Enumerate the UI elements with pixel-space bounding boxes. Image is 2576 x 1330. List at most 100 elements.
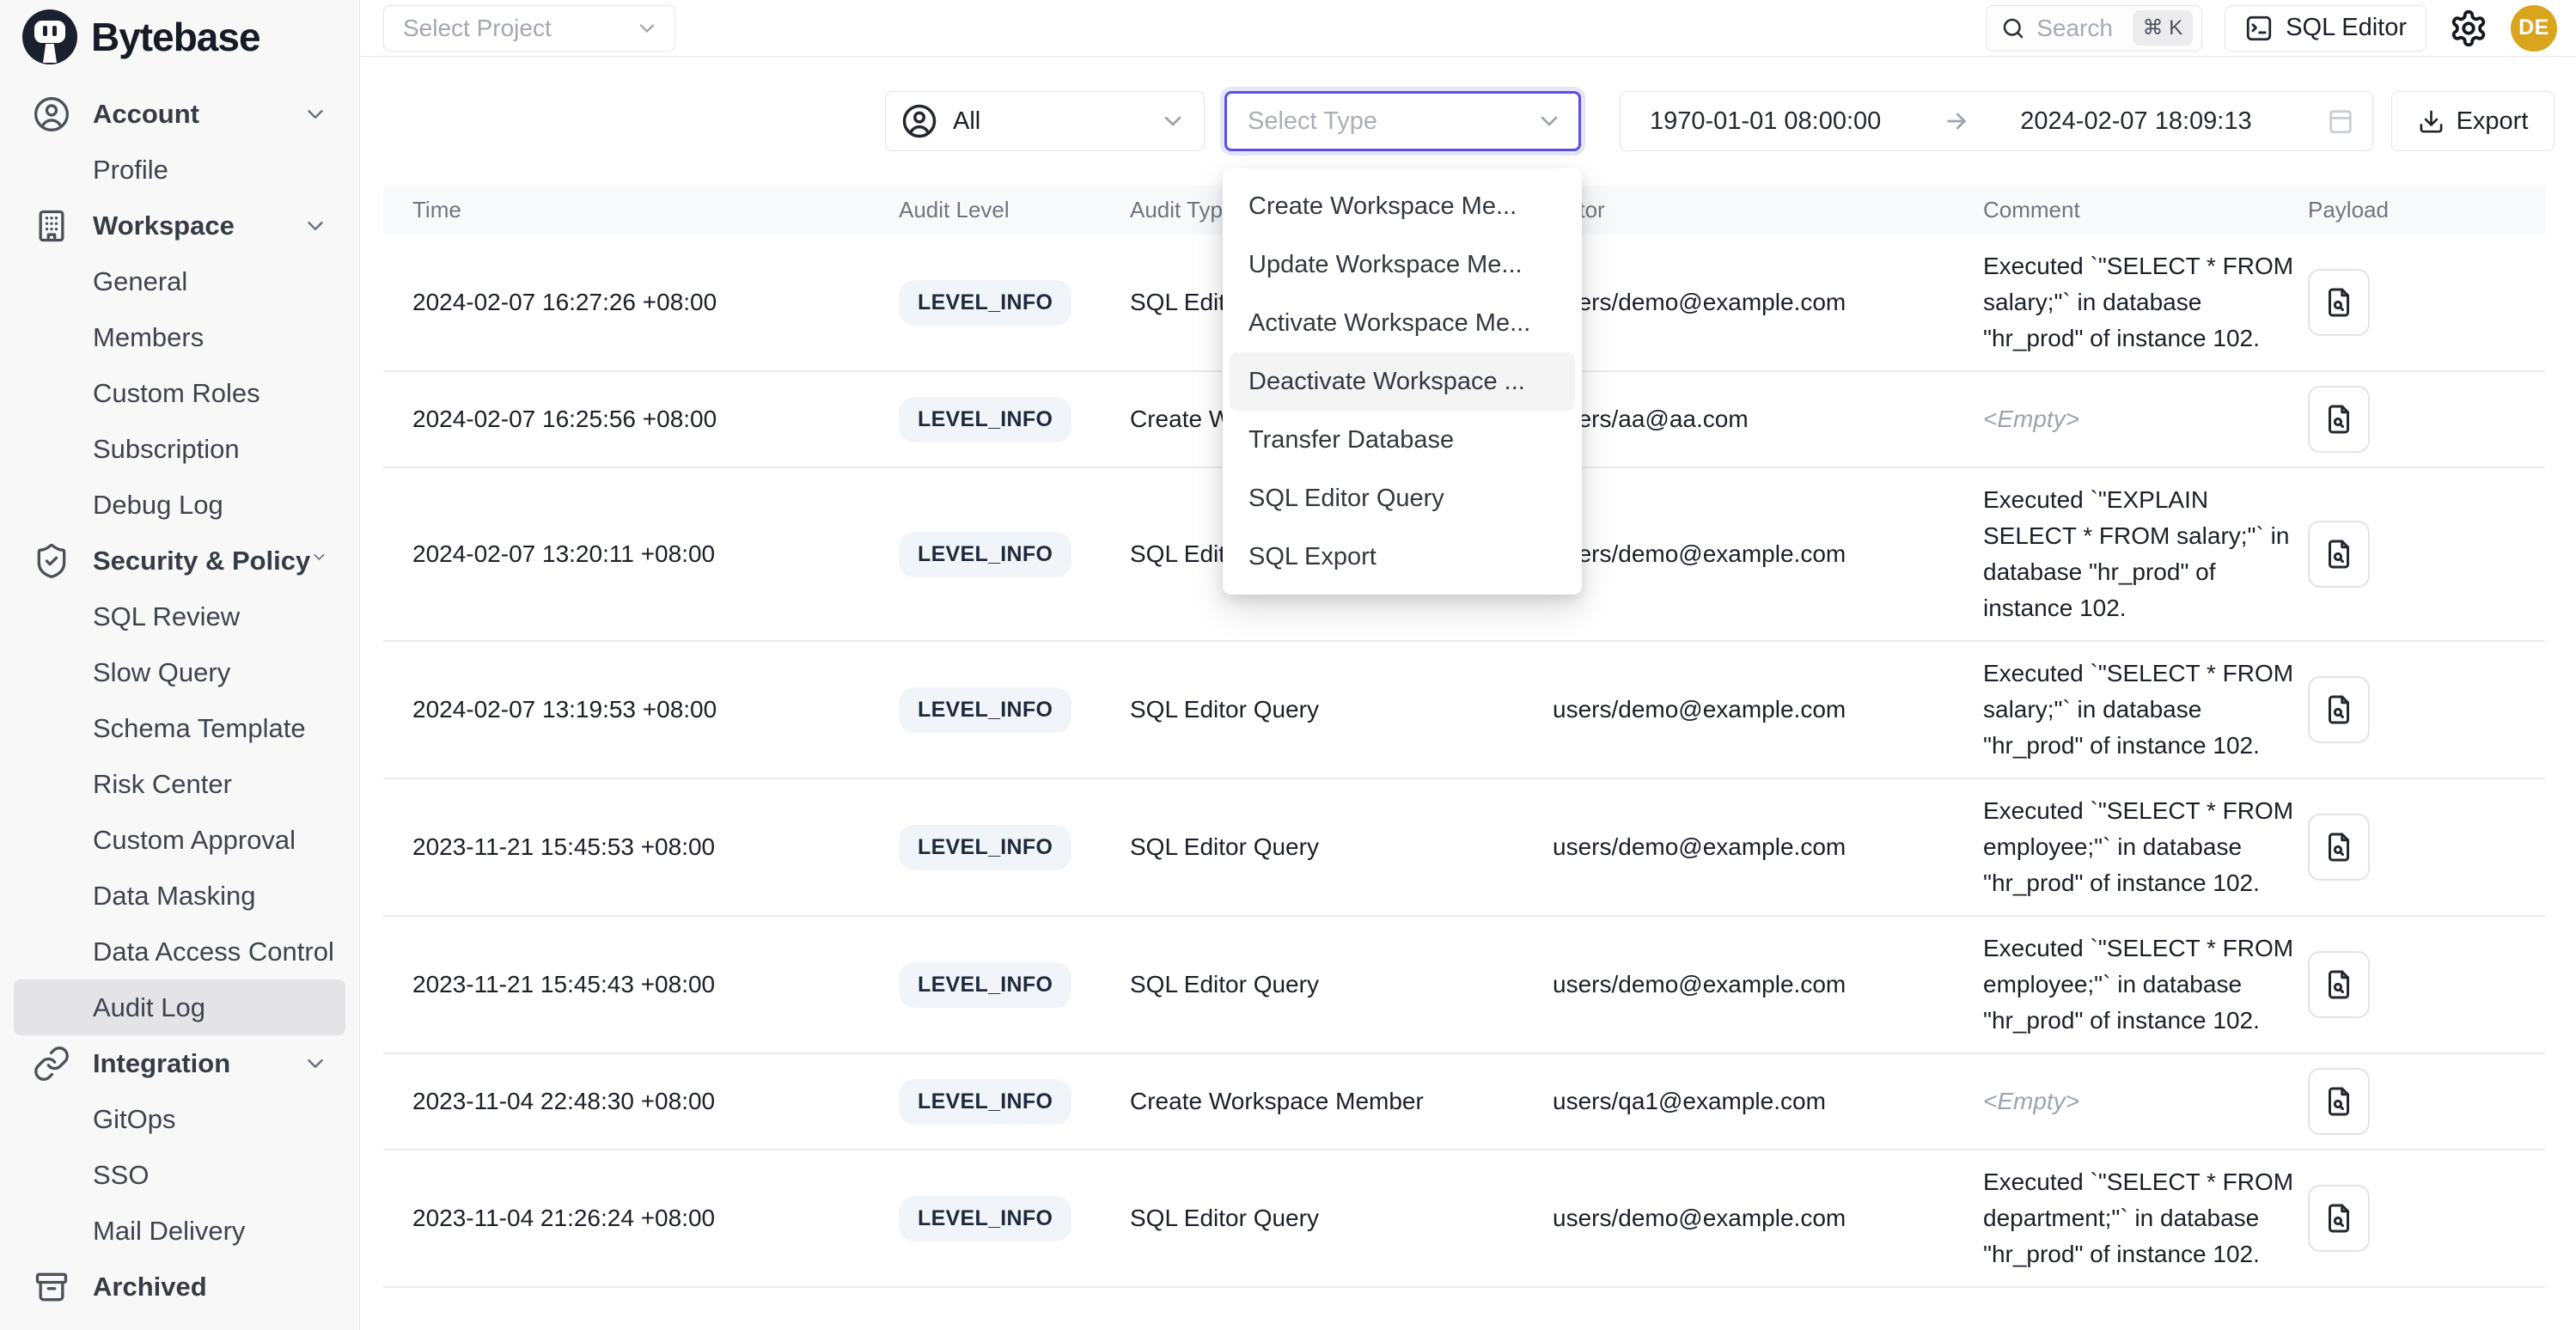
- sidebar-item-sql-review[interactable]: SQL Review: [14, 589, 345, 644]
- sidebar-item-profile[interactable]: Profile: [14, 142, 345, 198]
- chevron-down-icon: [302, 1051, 328, 1077]
- sidebar-item-slow-query[interactable]: Slow Query: [14, 644, 345, 700]
- sidebar-item-custom-approval[interactable]: Custom Approval: [14, 812, 345, 868]
- project-select-placeholder: Select Project: [403, 15, 552, 42]
- type-filter-select[interactable]: Select Type: [1224, 91, 1581, 151]
- sidebar-item-data-access-control[interactable]: Data Access Control: [14, 924, 345, 979]
- filter-bar: All Select Type 1970-01-01 08:00:00 2024…: [360, 57, 2576, 186]
- row-comment: Executed `"SELECT * FROM department;"` i…: [1983, 1164, 2306, 1272]
- file-search-icon: [2323, 287, 2354, 318]
- actor-filter-select[interactable]: All: [885, 91, 1205, 151]
- row-time: 2023-11-21 15:45:43 +08:00: [383, 971, 899, 998]
- type-menu-option[interactable]: Create Workspace Me...: [1230, 177, 1575, 235]
- type-menu-option[interactable]: Update Workspace Me...: [1230, 235, 1575, 294]
- sidebar-item-debug-log[interactable]: Debug Log: [14, 477, 345, 533]
- payload-view-button[interactable]: [2308, 1068, 2370, 1135]
- type-menu-option[interactable]: SQL Export: [1230, 528, 1575, 586]
- topbar: Select Project Search ⌘ K SQL: [360, 0, 2576, 57]
- chevron-down-icon: [635, 16, 659, 40]
- sidebar-item-data-masking[interactable]: Data Masking: [14, 868, 345, 924]
- audit-log-row: 2023-11-21 15:45:53 +08:00LEVEL_INFOSQL …: [383, 779, 2545, 917]
- gear-icon[interactable]: [2449, 9, 2488, 48]
- brand-logo[interactable]: Bytebase: [0, 0, 359, 74]
- audit-level-badge: LEVEL_INFO: [899, 962, 1071, 1008]
- search-placeholder: Search: [2036, 15, 2121, 42]
- type-menu-option[interactable]: Transfer Database: [1230, 411, 1575, 469]
- avatar[interactable]: DE: [2511, 5, 2557, 52]
- column-header-audit-level: Audit Level: [899, 197, 1130, 223]
- sidebar-section-account[interactable]: Account: [0, 86, 359, 142]
- user-circle-icon: [901, 103, 937, 139]
- payload-view-button[interactable]: [2308, 676, 2370, 743]
- export-button[interactable]: Export: [2391, 91, 2555, 151]
- type-menu-option[interactable]: Activate Workspace Me...: [1230, 294, 1575, 352]
- date-end[interactable]: 2024-02-07 18:09:13: [2020, 107, 2251, 136]
- column-header-payload: Payload: [2306, 197, 2545, 223]
- type-filter-dropdown-menu: Create Workspace Me...Update Workspace M…: [1223, 168, 1582, 595]
- sidebar-item-risk-center[interactable]: Risk Center: [14, 756, 345, 812]
- audit-log-row: 2023-11-04 22:48:30 +08:00LEVEL_INFOCrea…: [383, 1054, 2545, 1150]
- audit-log-row: 2023-11-04 21:26:24 +08:00LEVEL_INFOSQL …: [383, 1150, 2545, 1288]
- sidebar-item-subscription[interactable]: Subscription: [14, 421, 345, 477]
- sidebar-section-integration[interactable]: Integration: [0, 1035, 359, 1091]
- file-search-icon: [2323, 832, 2354, 863]
- brand-name: Bytebase: [91, 14, 260, 60]
- payload-view-button[interactable]: [2308, 1185, 2370, 1252]
- row-comment: <Empty>: [1983, 406, 2306, 433]
- chevron-down-icon: [302, 213, 328, 239]
- sidebar-item-gitops[interactable]: GitOps: [14, 1091, 345, 1147]
- sidebar-item-general[interactable]: General: [14, 253, 345, 309]
- sidebar-section-security-policy[interactable]: Security & Policy: [0, 533, 359, 589]
- link-icon: [33, 1045, 70, 1083]
- row-comment: Executed `"EXPLAIN SELECT * FROM salary;…: [1983, 482, 2306, 626]
- payload-view-button[interactable]: [2308, 951, 2370, 1018]
- actor-filter-value: All: [953, 107, 1159, 136]
- row-time: 2024-02-07 13:19:53 +08:00: [383, 696, 899, 723]
- date-start[interactable]: 1970-01-01 08:00:00: [1650, 107, 1881, 136]
- sql-editor-label: SQL Editor: [2286, 14, 2407, 42]
- chevron-down-icon: [310, 548, 328, 574]
- sidebar: Bytebase AccountProfileWorkspaceGeneralM…: [0, 0, 360, 1330]
- sidebar-item-sso[interactable]: SSO: [14, 1147, 345, 1203]
- calendar-icon: [2326, 107, 2355, 136]
- sidebar-section-archived[interactable]: Archived: [0, 1259, 359, 1315]
- payload-view-button[interactable]: [2308, 521, 2370, 588]
- sidebar-section-workspace[interactable]: Workspace: [0, 198, 359, 253]
- download-icon: [2418, 108, 2445, 135]
- file-search-icon: [2323, 404, 2354, 435]
- row-actor: users/demo@example.com: [1553, 1205, 1983, 1232]
- date-range-picker[interactable]: 1970-01-01 08:00:00 2024-02-07 18:09:13: [1620, 91, 2373, 151]
- project-select[interactable]: Select Project: [383, 5, 675, 52]
- building-icon: [33, 207, 70, 245]
- sidebar-item-schema-template[interactable]: Schema Template: [14, 700, 345, 756]
- sidebar-item-mail-delivery[interactable]: Mail Delivery: [14, 1203, 345, 1259]
- topbar-right: Search ⌘ K SQL Editor DE: [1986, 5, 2557, 52]
- file-search-icon: [2323, 1086, 2354, 1117]
- type-menu-option[interactable]: Deactivate Workspace ...: [1230, 352, 1575, 411]
- payload-view-button[interactable]: [2308, 269, 2370, 336]
- row-audit-type: SQL Editor Query: [1130, 1205, 1553, 1232]
- payload-view-button[interactable]: [2308, 386, 2370, 453]
- row-time: 2024-02-07 16:27:26 +08:00: [383, 289, 899, 316]
- row-actor: users/demo@example.com: [1553, 696, 1983, 723]
- archive-icon: [33, 1268, 70, 1306]
- sidebar-item-members[interactable]: Members: [14, 309, 345, 365]
- row-comment: Executed `"SELECT * FROM salary;"` in da…: [1983, 656, 2306, 764]
- row-time: 2024-02-07 16:25:56 +08:00: [383, 406, 899, 433]
- search-shortcut-badge: ⌘ K: [2133, 10, 2194, 46]
- row-audit-type: SQL Editor Query: [1130, 696, 1553, 723]
- audit-level-badge: LEVEL_INFO: [899, 1196, 1071, 1242]
- row-actor: users/demo@example.com: [1553, 971, 1983, 998]
- file-search-icon: [2323, 694, 2354, 725]
- row-time: 2024-02-07 13:20:11 +08:00: [383, 540, 899, 568]
- row-actor: users/demo@example.com: [1553, 289, 1983, 316]
- row-comment: Executed `"SELECT * FROM employee;"` in …: [1983, 793, 2306, 901]
- sidebar-section-label: Archived: [93, 1272, 328, 1303]
- sidebar-item-custom-roles[interactable]: Custom Roles: [14, 365, 345, 421]
- audit-level-badge: LEVEL_INFO: [899, 397, 1071, 442]
- search-input[interactable]: Search ⌘ K: [1986, 5, 2202, 52]
- type-menu-option[interactable]: SQL Editor Query: [1230, 469, 1575, 528]
- sql-editor-button[interactable]: SQL Editor: [2225, 5, 2426, 52]
- payload-view-button[interactable]: [2308, 814, 2370, 881]
- sidebar-item-audit-log[interactable]: Audit Log: [14, 979, 345, 1035]
